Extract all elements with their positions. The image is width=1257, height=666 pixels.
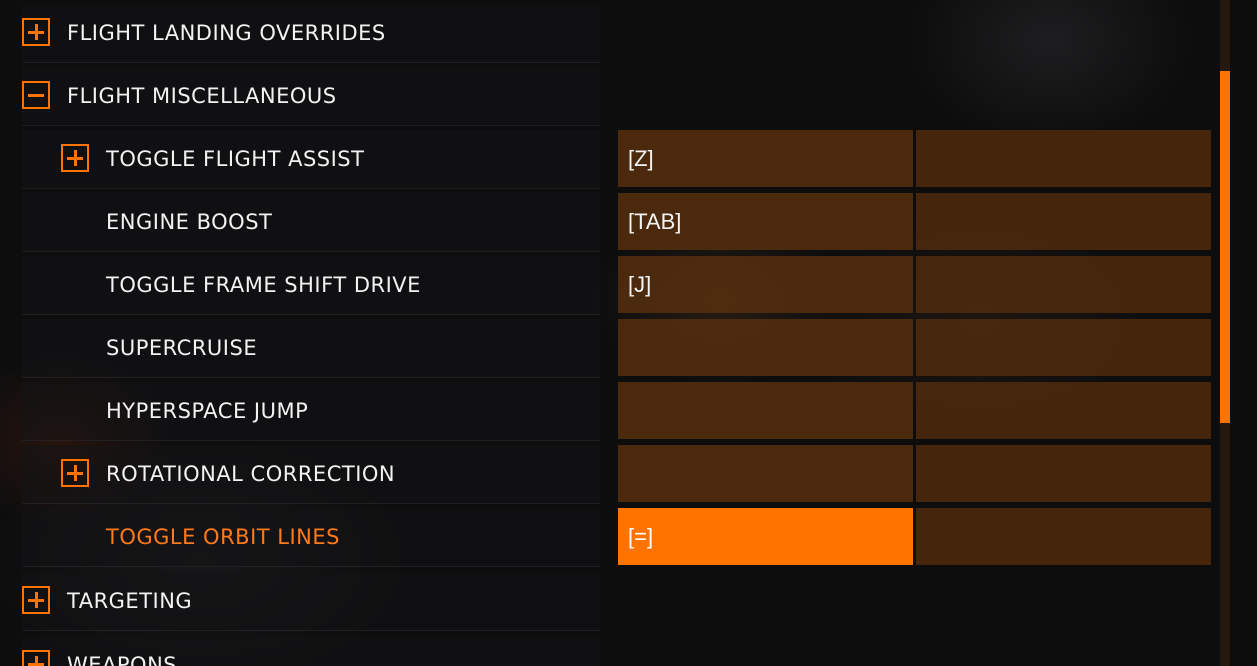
binding-label: ENGINE BOOST [106, 210, 273, 234]
binding-label: TOGGLE FLIGHT ASSIST [106, 147, 365, 171]
binding-row-toggle-frame-shift-drive[interactable]: TOGGLE FRAME SHIFT DRIVE [J] [0, 256, 1214, 315]
binding-row-rotational-correction[interactable]: ROTATIONAL CORRECTION [0, 445, 1214, 504]
binding-label: TOGGLE FRAME SHIFT DRIVE [106, 273, 421, 297]
category-label: FLIGHT LANDING OVERRIDES [67, 21, 386, 45]
binding-row-supercruise[interactable]: SUPERCRUISE [0, 319, 1214, 378]
binding-label: TOGGLE ORBIT LINES [106, 525, 340, 549]
minus-box-icon[interactable] [22, 81, 50, 109]
plus-box-icon[interactable] [22, 586, 50, 614]
category-label: TARGETING [67, 589, 193, 613]
primary-binding-slot[interactable] [618, 319, 913, 376]
primary-binding-slot[interactable]: [TAB] [618, 193, 913, 250]
primary-binding-slot[interactable]: [Z] [618, 130, 913, 187]
secondary-binding-slot[interactable] [916, 445, 1211, 502]
binding-row-engine-boost[interactable]: ENGINE BOOST [TAB] [0, 193, 1214, 252]
binding-label: HYPERSPACE JUMP [106, 399, 309, 423]
secondary-binding-slot[interactable] [916, 193, 1211, 250]
secondary-binding-slot[interactable] [916, 508, 1211, 565]
secondary-binding-slot[interactable] [916, 319, 1211, 376]
category-row-flight-landing-overrides[interactable]: FLIGHT LANDING OVERRIDES [0, 4, 1214, 63]
secondary-binding-slot[interactable] [916, 256, 1211, 313]
primary-binding-slot[interactable]: [=] [618, 508, 913, 565]
plus-box-icon[interactable] [22, 18, 50, 46]
secondary-binding-slot[interactable] [916, 130, 1211, 187]
binding-row-hyperspace-jump[interactable]: HYPERSPACE JUMP [0, 382, 1214, 441]
primary-binding-slot[interactable] [618, 382, 913, 439]
category-row-weapons[interactable]: WEAPONS [0, 636, 1214, 666]
primary-binding-slot[interactable]: [J] [618, 256, 913, 313]
binding-row-toggle-flight-assist[interactable]: TOGGLE FLIGHT ASSIST [Z] [0, 130, 1214, 189]
controls-screen: FLIGHT LANDING OVERRIDES FLIGHT MISCELLA… [0, 0, 1257, 666]
scrollbar-thumb[interactable] [1220, 71, 1230, 423]
category-label: WEAPONS [67, 653, 178, 666]
secondary-binding-slot[interactable] [916, 382, 1211, 439]
binding-label: ROTATIONAL CORRECTION [106, 462, 396, 486]
binding-label: SUPERCRUISE [106, 336, 258, 360]
plus-box-icon[interactable] [61, 144, 89, 172]
category-row-targeting[interactable]: TARGETING [0, 572, 1214, 631]
primary-binding-slot[interactable] [618, 445, 913, 502]
category-label: FLIGHT MISCELLANEOUS [67, 84, 337, 108]
category-row-flight-miscellaneous[interactable]: FLIGHT MISCELLANEOUS [0, 67, 1214, 126]
binding-row-toggle-orbit-lines[interactable]: TOGGLE ORBIT LINES [=] [0, 508, 1214, 567]
plus-box-icon[interactable] [61, 459, 89, 487]
plus-box-icon[interactable] [22, 650, 50, 666]
